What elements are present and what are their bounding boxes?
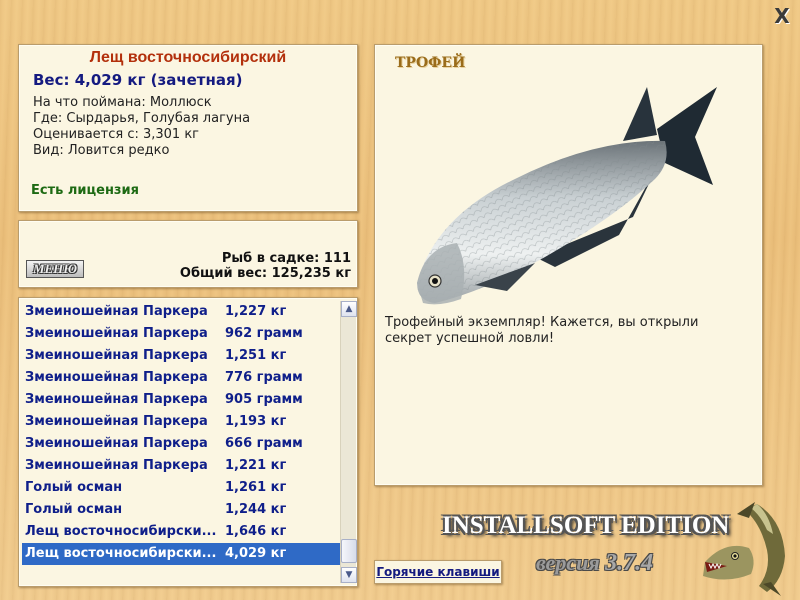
catch-fish-name: Голый осман bbox=[25, 480, 123, 495]
close-button[interactable]: X bbox=[772, 6, 792, 26]
catch-fish-weight: 776 грамм bbox=[225, 370, 303, 385]
catch-fish-name: Лещ восточносибирски... bbox=[25, 524, 217, 539]
menu-button[interactable]: МЕНЮ bbox=[26, 260, 84, 278]
catch-row[interactable]: Змеиношейная Паркера 1,193 кг bbox=[22, 411, 340, 433]
catch-fish-weight: 1,646 кг bbox=[225, 524, 287, 539]
pike-fish-logo bbox=[703, 502, 785, 596]
trophy-message: Трофейный экземпляр! Кажется, вы открыли… bbox=[385, 315, 699, 346]
bream-fish-image bbox=[417, 87, 717, 305]
rarity-line: Вид: Ловится редко bbox=[33, 143, 170, 158]
scrollbar[interactable]: ▲ ▼ bbox=[340, 301, 357, 583]
scrollbar-thumb[interactable] bbox=[341, 539, 357, 563]
version-word: версия bbox=[536, 550, 600, 575]
catch-fish-weight: 666 грамм bbox=[225, 436, 303, 451]
catch-row[interactable]: Змеиношейная Паркера 1,251 кг bbox=[22, 345, 340, 367]
catch-row[interactable]: Лещ восточносибирски... 4,029 кг bbox=[22, 543, 340, 565]
catch-fish-name: Змеиношейная Паркера bbox=[25, 414, 208, 429]
location-line: Где: Сырдарья, Голубая лагуна bbox=[33, 111, 251, 126]
catch-fish-name: Змеиношейная Паркера bbox=[25, 458, 208, 473]
catch-fish-weight: 1,261 кг bbox=[225, 480, 287, 495]
valued-line: Оценивается с: 3,301 кг bbox=[33, 127, 200, 142]
bait-line: На что поймана: Моллюск bbox=[33, 95, 212, 110]
catch-fish-name: Змеиношейная Паркера bbox=[25, 304, 208, 319]
version-number: 3.7.4 bbox=[605, 550, 654, 576]
version-text: версия 3.7.4 bbox=[536, 550, 653, 577]
catch-fish-weight: 1,251 кг bbox=[225, 348, 287, 363]
catch-fish-name: Змеиношейная Паркера bbox=[25, 436, 208, 451]
catch-fish-weight: 1,193 кг bbox=[225, 414, 287, 429]
scroll-up-icon[interactable]: ▲ bbox=[341, 301, 357, 317]
catch-fish-name: Змеиношейная Паркера bbox=[25, 326, 208, 341]
catch-rows: Змеиношейная Паркера 1,227 кг Змеиношейная… bbox=[22, 301, 340, 565]
catch-fish-weight: 1,244 кг bbox=[225, 502, 287, 517]
catch-row[interactable]: Змеиношейная Паркера 666 грамм bbox=[22, 433, 340, 455]
catch-row[interactable]: Змеиношейная Паркера 1,227 кг bbox=[22, 301, 340, 323]
catch-fish-weight: 1,221 кг bbox=[225, 458, 287, 473]
catch-row[interactable]: Змеиношейная Паркера 962 грамм bbox=[22, 323, 340, 345]
catch-list[interactable]: Змеиношейная Паркера 1,227 кг Змеиношейная… bbox=[18, 297, 358, 587]
edition-logo-text: INSTALLSOFT EDITION bbox=[442, 512, 730, 539]
catch-fish-name: Голый осман bbox=[25, 502, 123, 517]
scroll-down-icon[interactable]: ▼ bbox=[341, 567, 357, 583]
catch-fish-weight: 4,029 кг bbox=[225, 546, 287, 561]
catch-fish-name: Змеиношейная Паркера bbox=[25, 348, 208, 363]
catch-row[interactable]: Змеиношейная Паркера 905 грамм bbox=[22, 389, 340, 411]
catch-row[interactable]: Змеиношейная Паркера 776 грамм bbox=[22, 367, 340, 389]
catch-row[interactable]: Голый осман 1,261 кг bbox=[22, 477, 340, 499]
total-weight: Общий вес: 125,235 кг bbox=[179, 266, 351, 281]
hotkeys-button[interactable]: Горячие клавиши bbox=[374, 560, 502, 584]
fish-count: Рыб в садке: 111 bbox=[221, 251, 351, 266]
catch-fish-weight: 962 грамм bbox=[225, 326, 303, 341]
hotkeys-label: Горячие клавиши bbox=[376, 565, 500, 579]
fish-info-panel: Лещ восточносибирский Вес: 4,029 кг (зач… bbox=[18, 44, 358, 212]
catch-row[interactable]: Змеиношейная Паркера 1,221 кг bbox=[22, 455, 340, 477]
license-status: Есть лицензия bbox=[31, 183, 139, 198]
catch-row[interactable]: Голый осман 1,244 кг bbox=[22, 499, 340, 521]
catch-fish-name: Змеиношейная Паркера bbox=[25, 370, 208, 385]
trophy-panel: ТРОФЕЙ Трофейный экземпляр! Кажется, вы … bbox=[374, 44, 763, 486]
catch-fish-weight: 1,227 кг bbox=[225, 304, 287, 319]
catch-fish-name: Змеиношейная Паркера bbox=[25, 392, 208, 407]
fish-name: Лещ восточносибирский bbox=[89, 49, 287, 66]
fish-weight: Вес: 4,029 кг (зачетная) bbox=[33, 71, 243, 89]
catch-fish-name: Лещ восточносибирски... bbox=[25, 546, 217, 561]
catch-fish-weight: 905 грамм bbox=[225, 392, 303, 407]
catch-row[interactable]: Лещ восточносибирски... 1,646 кг bbox=[22, 521, 340, 543]
cage-panel: МЕНЮ Рыб в садке: 111 Общий вес: 125,235… bbox=[18, 220, 358, 288]
